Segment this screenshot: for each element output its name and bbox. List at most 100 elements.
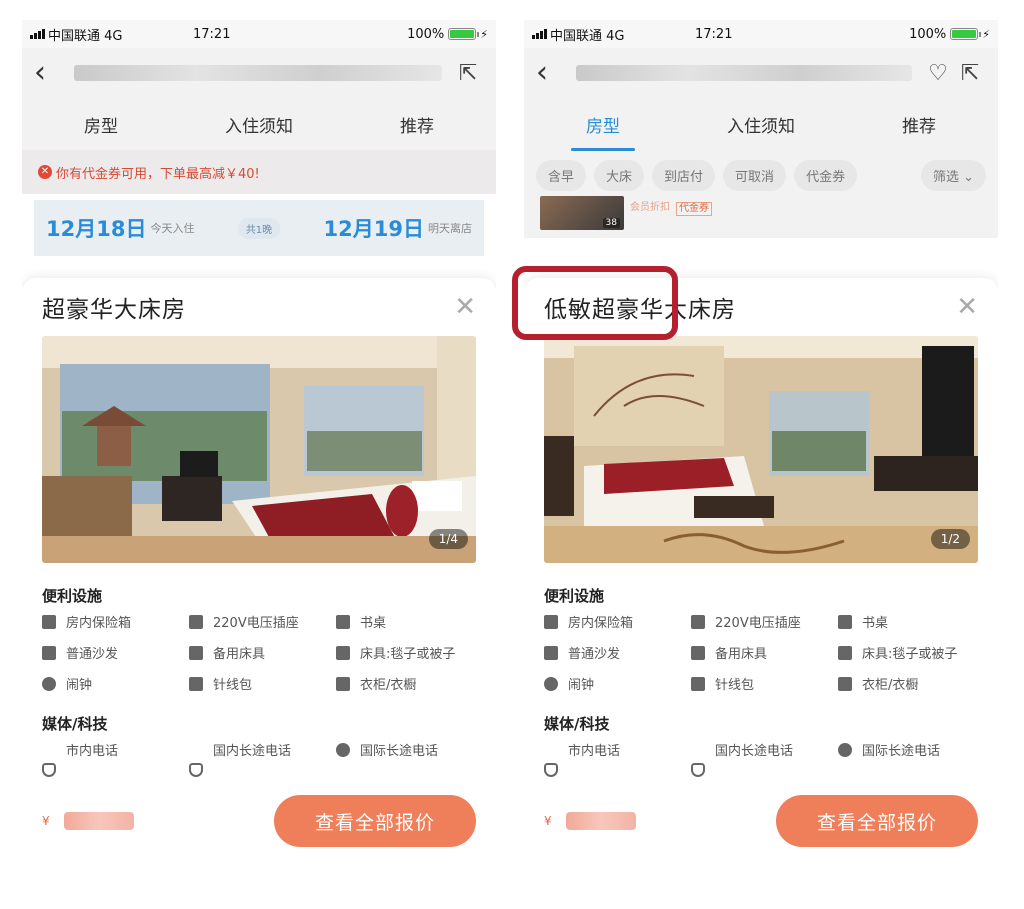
phone-icon xyxy=(691,762,705,777)
hotel-title-redacted xyxy=(74,65,442,81)
alarm-clock-icon xyxy=(42,676,56,691)
room-thumbnail: 38 xyxy=(540,196,624,230)
safe-icon xyxy=(544,614,558,629)
clock: 17:21 xyxy=(193,26,231,42)
clock: 17:21 xyxy=(695,26,733,42)
amenities-title: 便利设施 xyxy=(42,587,103,605)
network-label: 4G xyxy=(606,28,625,44)
favorite-icon[interactable]: ♡ xyxy=(922,61,954,86)
sewing-kit-icon xyxy=(691,676,705,691)
share-icon[interactable]: ⇱ xyxy=(954,61,986,86)
tab-room-type[interactable]: 房型 xyxy=(524,112,682,151)
amenity-item: 房内保险箱 xyxy=(42,612,189,631)
status-bar: 中国联通 4G 17:21 100% ⚡ xyxy=(22,20,496,48)
tab-recommend[interactable]: 推荐 xyxy=(338,112,496,137)
photo-counter: 1/4 xyxy=(428,529,468,549)
annotation-highlight-box xyxy=(512,266,678,340)
tab-room-type[interactable]: 房型 xyxy=(22,112,180,137)
alarm-clock-icon xyxy=(544,676,558,691)
safe-icon xyxy=(42,614,56,629)
close-icon[interactable]: ✕ xyxy=(956,292,978,322)
tab-checkin-notice[interactable]: 入住须知 xyxy=(682,112,840,137)
carrier-label: 中国联通 xyxy=(48,28,101,44)
amenity-item: 衣柜/衣橱 xyxy=(838,674,978,693)
member-discount-tag: 会员折扣 xyxy=(630,202,670,213)
media-item: 市内电话 xyxy=(544,740,691,777)
media-title: 媒体/科技 xyxy=(544,715,610,733)
room-title: 超豪华大床房 xyxy=(42,297,186,323)
currency-symbol: ¥ xyxy=(544,814,552,828)
phone-screen-right: 中国联通 4G 17:21 100% ⚡ ‹ ♡ ⇱ 房型 入住须知 推荐 含早 … xyxy=(524,20,998,890)
amenity-item: 房内保险箱 xyxy=(544,612,691,631)
amenity-item: 针线包 xyxy=(691,674,838,693)
date-selector[interactable]: 12月18日 今天入住 共1晚 12月19日 明天离店 xyxy=(34,200,484,256)
amenity-item: 床具:毯子或被子 xyxy=(838,643,978,662)
checkin-date: 12月18日 xyxy=(46,217,147,241)
back-icon[interactable]: ‹ xyxy=(536,58,566,88)
tab-checkin-notice[interactable]: 入住须知 xyxy=(180,112,338,137)
desk-icon xyxy=(838,614,852,629)
tab-bar: 房型 入住须知 推荐 xyxy=(524,98,998,151)
amenity-item: 备用床具 xyxy=(189,643,336,662)
back-icon[interactable]: ‹ xyxy=(34,58,64,88)
amenity-item: 闹钟 xyxy=(544,674,691,693)
socket-icon xyxy=(691,614,705,629)
price-redacted xyxy=(565,812,636,830)
coupon-text: 你有代金券可用，下单最高减￥40! xyxy=(56,166,260,182)
room-photo[interactable]: 1/2 xyxy=(544,336,978,563)
tab-recommend[interactable]: 推荐 xyxy=(840,112,998,137)
title-bar: ‹ ♡ ⇱ xyxy=(524,48,998,98)
tab-bar: 房型 入住须知 推荐 xyxy=(22,98,496,150)
footer-bar: ¥ 查看全部报价 xyxy=(544,794,978,848)
amenity-item: 220V电压插座 xyxy=(189,612,336,631)
charging-icon: ⚡ xyxy=(982,27,990,41)
checkout-date: 12月19日 xyxy=(323,217,424,241)
room-photo[interactable]: 1/4 xyxy=(42,336,476,563)
view-all-prices-button[interactable]: 查看全部报价 xyxy=(274,795,476,847)
charging-icon: ⚡ xyxy=(480,27,488,41)
phone-icon xyxy=(42,762,56,777)
blanket-icon xyxy=(838,645,852,660)
coupon-banner[interactable]: ✕ 你有代金券可用，下单最高减￥40! xyxy=(22,150,496,194)
currency-symbol: ¥ xyxy=(42,814,50,828)
hotel-title-redacted xyxy=(576,65,912,81)
amenity-item: 普通沙发 xyxy=(544,643,691,662)
spare-bed-icon xyxy=(189,645,203,660)
sofa-icon xyxy=(544,645,558,660)
status-bar: 中国联通 4G 17:21 100% ⚡ xyxy=(524,20,998,48)
room-detail-sheet: 超豪华大床房 ✕ 1/4 便利设施 房内保险箱 220V电压插座 书桌 普通沙发… xyxy=(22,278,496,890)
room-detail-sheet: 低敏超豪华大床房 ✕ 1/2 便利设施 房内保险箱 220V电压插座 书桌 普通… xyxy=(524,278,998,890)
phone-screen-left: 中国联通 4G 17:21 100% ⚡ ‹ ⇱ 房型 入住须知 推荐 ✕ 你有代… xyxy=(22,20,496,890)
room-photo-image xyxy=(544,336,978,563)
media-title: 媒体/科技 xyxy=(42,715,108,733)
media-grid: 市内电话 国内长途电话 国际长途电话 xyxy=(544,740,978,777)
filter-king-bed[interactable]: 大床 xyxy=(594,159,645,191)
sewing-kit-icon xyxy=(189,676,203,691)
amenity-item: 床具:毯子或被子 xyxy=(336,643,476,662)
close-icon[interactable]: ✕ xyxy=(454,292,476,322)
view-all-prices-button[interactable]: 查看全部报价 xyxy=(776,795,978,847)
media-grid: 市内电话 国内长途电话 国际长途电话 xyxy=(42,740,476,777)
blanket-icon xyxy=(336,645,350,660)
amenity-item: 备用床具 xyxy=(691,643,838,662)
footer-bar: ¥ 查看全部报价 xyxy=(42,794,476,848)
filter-pay-at-hotel[interactable]: 到店付 xyxy=(652,159,716,191)
title-bar: ‹ ⇱ xyxy=(22,48,496,98)
filter-cancellable[interactable]: 可取消 xyxy=(723,159,787,191)
room-list-item[interactable]: 38 会员折扣 代金券 xyxy=(524,196,998,238)
filter-more-dropdown[interactable]: 筛选 ⌄ xyxy=(920,159,986,191)
filter-bar: 含早 大床 到店付 可取消 代金券 筛选 ⌄ xyxy=(524,150,998,200)
media-item: 国际长途电话 xyxy=(336,740,476,759)
socket-icon xyxy=(189,614,203,629)
filter-voucher[interactable]: 代金券 xyxy=(794,159,858,191)
battery-icon xyxy=(448,28,480,40)
price: ¥ xyxy=(42,812,134,830)
wardrobe-icon xyxy=(336,676,350,691)
amenity-item: 衣柜/衣橱 xyxy=(336,674,476,693)
amenity-item: 220V电压插座 xyxy=(691,612,838,631)
nights-badge: 共1晚 xyxy=(237,217,281,239)
globe-icon xyxy=(336,742,350,757)
share-icon[interactable]: ⇱ xyxy=(452,61,484,86)
filter-breakfast[interactable]: 含早 xyxy=(536,159,587,191)
signal-icon xyxy=(30,29,45,39)
